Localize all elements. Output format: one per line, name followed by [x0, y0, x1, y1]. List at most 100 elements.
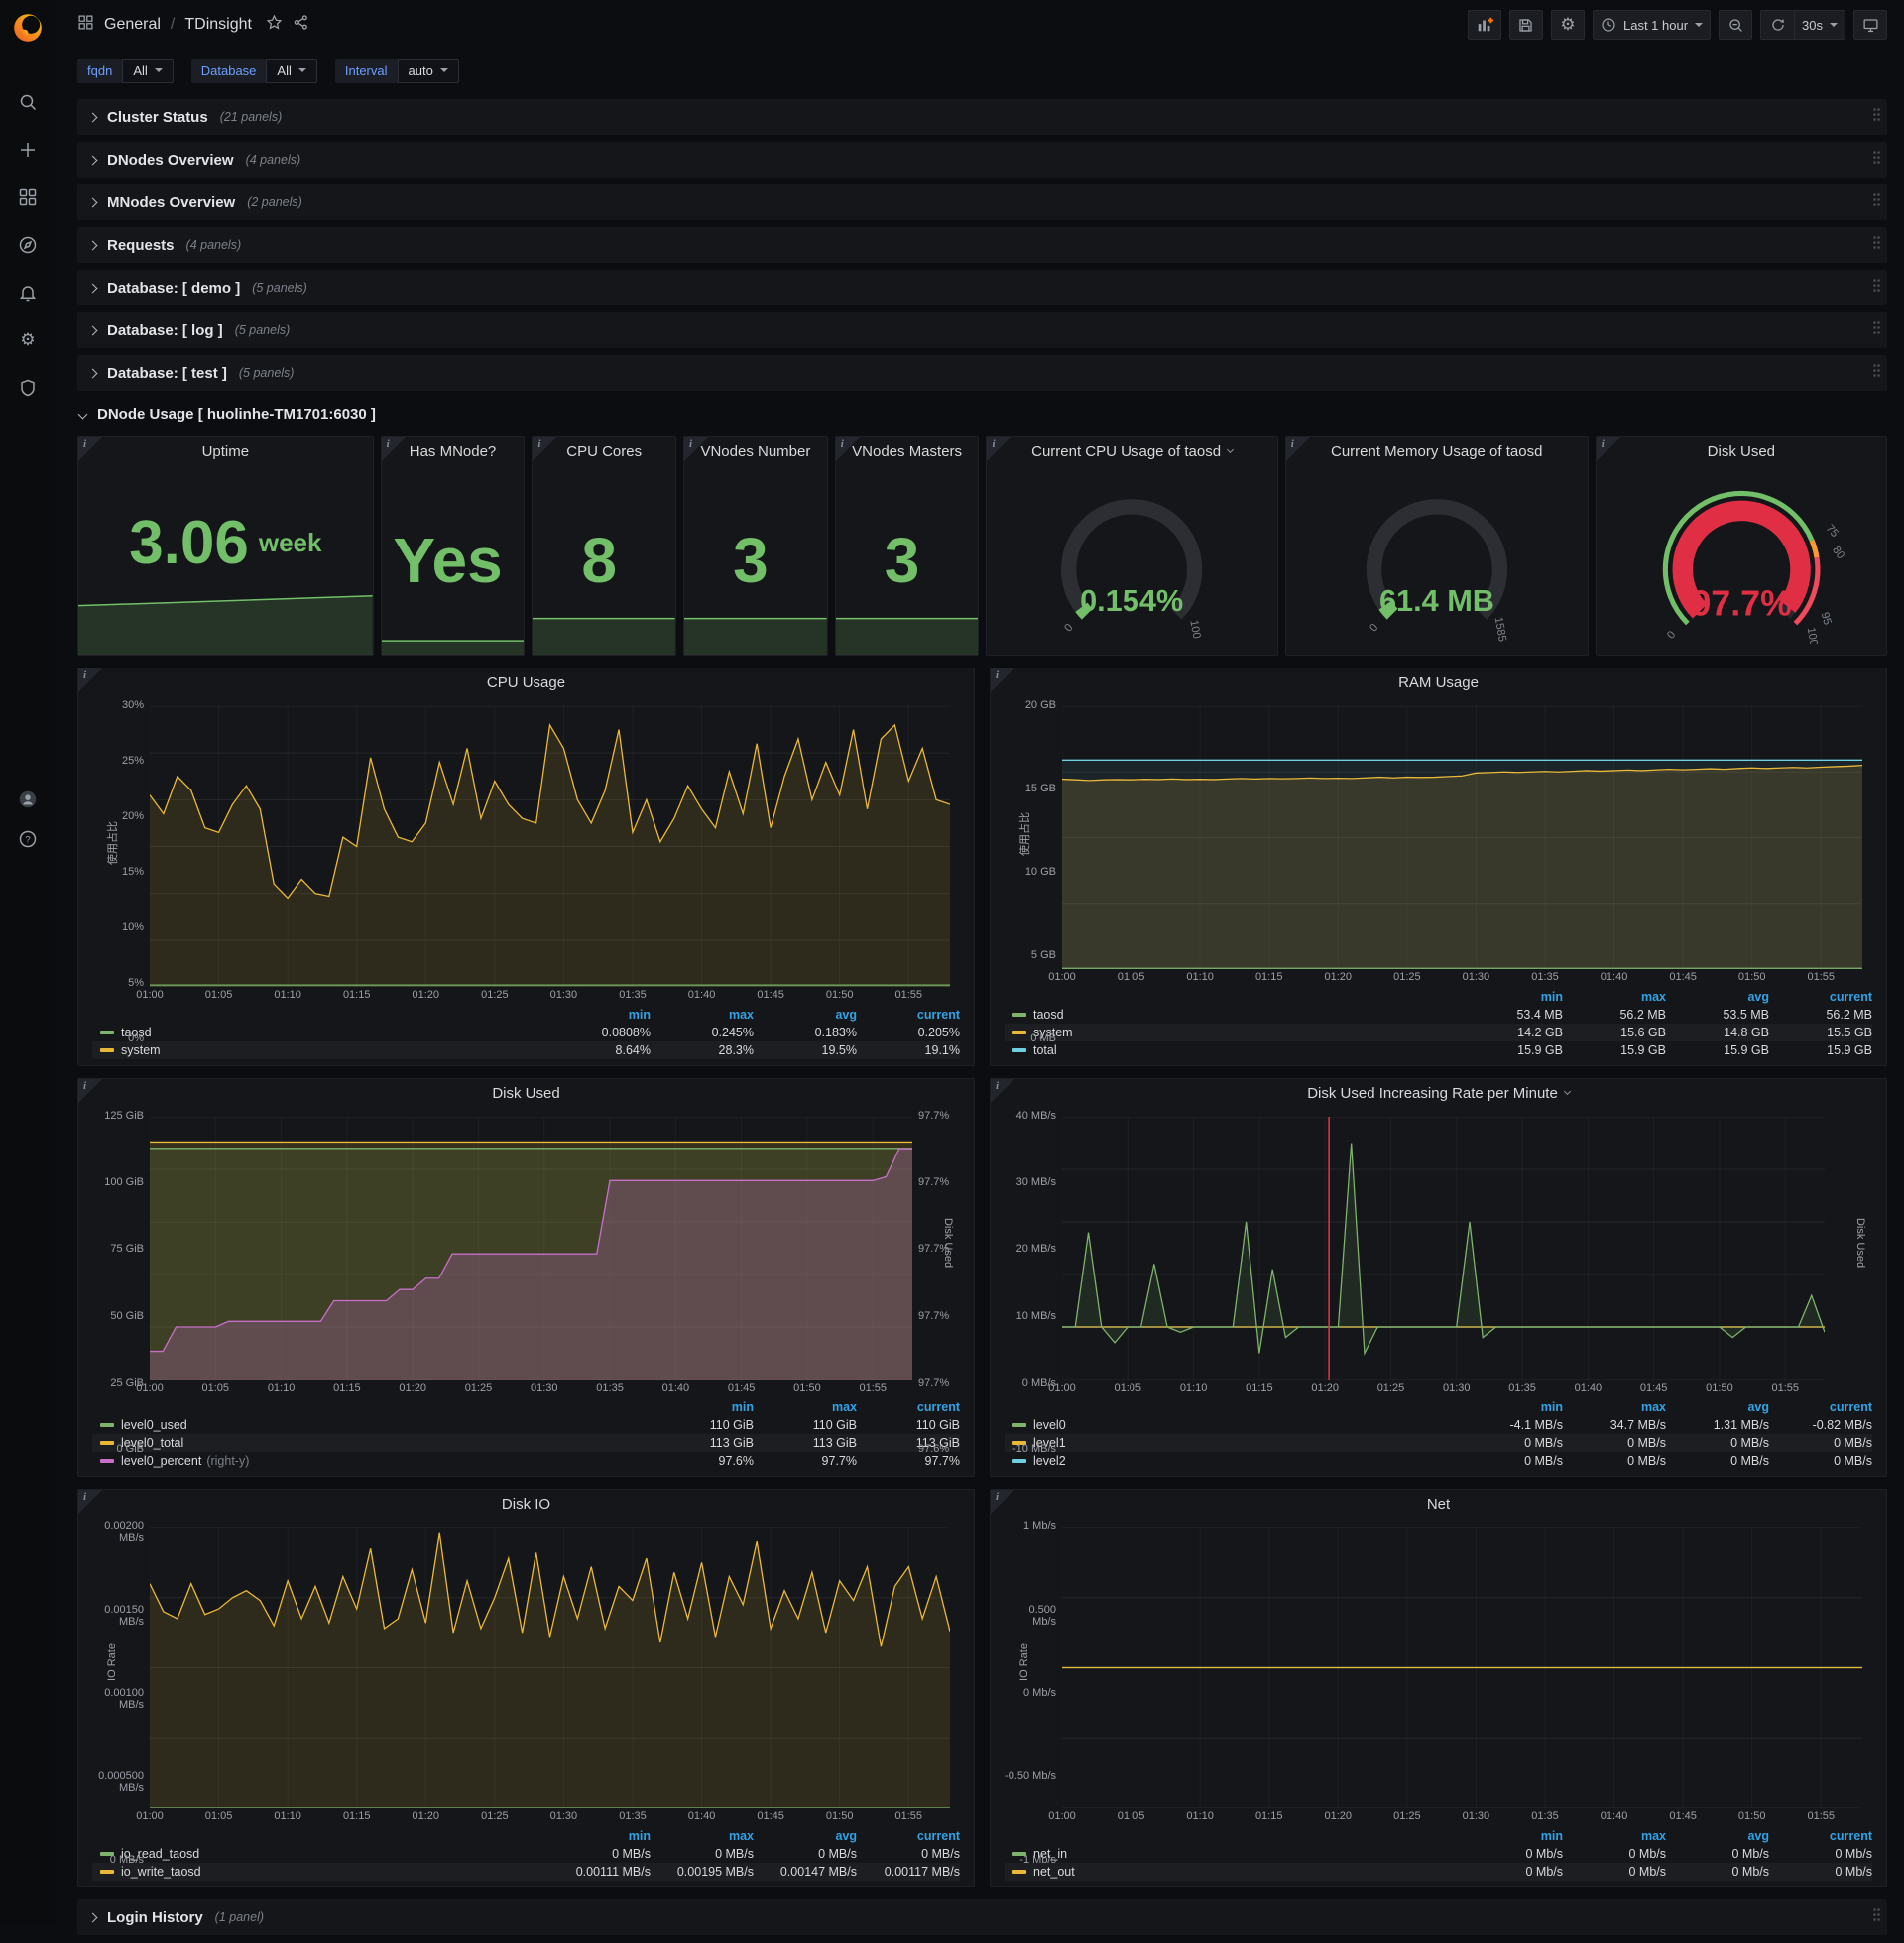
legend-row[interactable]: io_read_taosd 0 MB/s 0 MB/s 0 MB/s 0 MB/s [92, 1845, 960, 1863]
dashboards-icon[interactable] [17, 186, 39, 208]
panel-info-icon[interactable]: i [991, 1079, 1014, 1103]
row-drag-handle[interactable] [1872, 278, 1881, 298]
server-admin-shield-icon[interactable] [17, 377, 39, 399]
legend-row[interactable]: total 15.9 GB 15.9 GB 15.9 GB 15.9 GB [1005, 1041, 1872, 1059]
panel-title[interactable]: Net [991, 1490, 1886, 1518]
panel-info-icon[interactable]: i [1596, 437, 1620, 461]
row-drag-handle[interactable] [1872, 320, 1881, 340]
panel-info-icon[interactable]: i [1285, 437, 1310, 461]
legend-series-name[interactable]: level0_used [121, 1418, 187, 1432]
legend-series-name[interactable]: level0_percent [121, 1454, 201, 1468]
chart-legend[interactable]: min max current level0_used 110 GiB 110 GiB 11… [78, 1397, 974, 1476]
legend-row[interactable]: system 14.2 GB 15.6 GB 14.8 GB 15.5 GB [1005, 1024, 1872, 1041]
panel-info-icon[interactable]: i [78, 1079, 102, 1103]
dashboard-settings-button[interactable]: ⚙ [1550, 10, 1585, 40]
legend-row[interactable]: level2 0 MB/s 0 MB/s 0 MB/s 0 MB/s [1005, 1452, 1872, 1470]
favorite-star-icon[interactable] [266, 14, 283, 36]
legend-row[interactable]: level0 -4.1 MB/s 34.7 MB/s 1.31 MB/s -0.82 M… [1005, 1416, 1872, 1434]
panel-title[interactable]: Disk Used [78, 1079, 974, 1107]
alerting-bell-icon[interactable] [17, 282, 39, 304]
explore-compass-icon[interactable] [17, 234, 39, 256]
grafana-logo[interactable] [0, 0, 56, 56]
panel-info-icon[interactable]: i [987, 437, 1012, 461]
legend-row[interactable]: level1 0 MB/s 0 MB/s 0 MB/s 0 MB/s [1005, 1434, 1872, 1452]
chart-plot-area[interactable]: IO Rate 0 MB/s 0.000500 MB/s 0.00100 MB/s 0… [92, 1519, 960, 1866]
collapsed-row[interactable]: MNodes Overview (2 panels) [77, 184, 1887, 220]
row-drag-handle[interactable] [1872, 1907, 1881, 1927]
chart-canvas[interactable] [150, 706, 950, 987]
collapsed-row[interactable]: Database: [ test ] (5 panels) [77, 355, 1887, 391]
chart-plot-area[interactable]: 使用占比 0 MB 5 GB 10 GB 15 GB 20 GB [1005, 698, 1872, 1044]
cycle-view-mode-button[interactable] [1853, 10, 1887, 40]
configuration-gear-icon[interactable]: ⚙ [17, 329, 39, 351]
row-drag-handle[interactable] [1872, 107, 1881, 127]
row-drag-handle[interactable] [1872, 235, 1881, 255]
breadcrumb-page[interactable]: TDinsight [184, 16, 252, 34]
panel-info-icon[interactable]: i [835, 437, 860, 461]
panel-info-icon[interactable]: i [78, 668, 102, 692]
legend-row[interactable]: io_write_taosd 0.00111 MB/s 0.00195 MB/s 0.… [92, 1863, 960, 1881]
chart-legend[interactable]: min max avg current net_in 0 Mb/s 0 Mb/s 0 Mb/s… [991, 1826, 1886, 1886]
legend-row[interactable]: net_out 0 Mb/s 0 Mb/s 0 Mb/s 0 Mb/s [1005, 1863, 1872, 1881]
chart-canvas[interactable] [1062, 1527, 1862, 1808]
search-icon[interactable] [17, 91, 39, 113]
panel-info-icon[interactable]: i [991, 668, 1014, 692]
collapsed-row[interactable]: Database: [ log ] (5 panels) [77, 312, 1887, 348]
chart-canvas[interactable] [1062, 706, 1862, 969]
legend-series-name[interactable]: net_out [1033, 1865, 1075, 1879]
legend-series-name[interactable]: taosd [1033, 1008, 1064, 1022]
row-drag-handle[interactable] [1872, 150, 1881, 170]
panel-title[interactable]: Current CPU Usage of taosd [987, 437, 1276, 465]
refresh-button[interactable] [1760, 10, 1795, 40]
panel-title[interactable]: Disk IO [78, 1490, 974, 1518]
legend-row[interactable]: level0_used 110 GiB 110 GiB 110 GiB [92, 1416, 960, 1434]
panel-title[interactable]: RAM Usage [991, 668, 1886, 696]
row-drag-handle[interactable] [1872, 192, 1881, 212]
legend-row[interactable]: taosd 53.4 MB 56.2 MB 53.5 MB 56.2 MB [1005, 1006, 1872, 1024]
chart-plot-area[interactable]: Disk Used -10 MB/s 0 MB/s 10 MB/s 20 MB/s 30… [1005, 1109, 1872, 1455]
add-panel-button[interactable] [1467, 10, 1501, 40]
time-range-picker[interactable]: Last 1 hour [1592, 10, 1712, 40]
collapsed-row[interactable]: Login History (1 panel) [77, 1899, 1887, 1935]
panel-title[interactable]: Uptime [78, 437, 373, 465]
share-icon[interactable] [293, 14, 309, 36]
legend-series-name[interactable]: io_write_taosd [121, 1865, 201, 1879]
chart-plot-area[interactable]: IO Rate -1 Mb/s -0.50 Mb/s 0 Mb/s 0.500 Mb/… [1005, 1519, 1872, 1866]
collapsed-row[interactable]: Database: [ demo ] (5 panels) [77, 270, 1887, 305]
breadcrumb-section[interactable]: General [104, 16, 161, 34]
panel-info-icon[interactable]: i [991, 1490, 1014, 1514]
variable-database-value[interactable]: All [266, 58, 317, 83]
chart-plot-area[interactable]: 使用占比 0% 5% 10% 15% 20% 25% 30% [92, 698, 960, 1044]
panel-title[interactable]: Disk Used Increasing Rate per Minute [991, 1079, 1886, 1107]
panel-title[interactable]: Current Memory Usage of taosd [1286, 437, 1588, 465]
legend-row[interactable]: level0_percent (right-y) 97.6% 97.7% 97.7% [92, 1452, 960, 1470]
collapsed-row[interactable]: DNodes Overview (4 panels) [77, 142, 1887, 178]
user-avatar[interactable] [17, 789, 39, 810]
panel-info-icon[interactable]: i [78, 437, 102, 461]
legend-row[interactable]: system 8.64% 28.3% 19.5% 19.1% [92, 1041, 960, 1059]
panel-title[interactable]: Disk Used [1597, 437, 1886, 465]
legend-series-name[interactable]: system [121, 1043, 161, 1057]
chart-plot-area[interactable]: Disk Used 0 GiB 25 GiB 50 GiB 75 GiB 100 GiB… [92, 1109, 960, 1455]
panel-info-icon[interactable]: i [684, 437, 709, 461]
legend-series-name[interactable]: level2 [1033, 1454, 1066, 1468]
legend-series-name[interactable]: level0 [1033, 1418, 1066, 1432]
collapsed-row[interactable]: Cluster Status (21 panels) [77, 99, 1887, 135]
variable-fqdn-value[interactable]: All [122, 58, 174, 83]
create-plus-icon[interactable] [17, 139, 39, 161]
refresh-interval-picker[interactable]: 30s [1794, 10, 1845, 40]
save-dashboard-button[interactable] [1508, 10, 1543, 40]
panel-title[interactable]: CPU Usage [78, 668, 974, 696]
legend-series-name[interactable]: total [1033, 1043, 1057, 1057]
zoom-out-button[interactable] [1719, 10, 1753, 40]
row-drag-handle[interactable] [1872, 363, 1881, 383]
row-dnode-usage[interactable]: DNode Usage [ huolinhe-TM1701:6030 ] [77, 397, 1887, 430]
variable-interval-value[interactable]: auto [397, 58, 459, 83]
chart-legend[interactable]: min max avg current taosd 0.0808% 0.245% 0.183%… [78, 1005, 974, 1065]
panel-info-icon[interactable]: i [381, 437, 406, 461]
help-icon[interactable]: ? [17, 828, 39, 850]
chart-canvas[interactable] [150, 1117, 912, 1380]
legend-row[interactable]: level0_total 113 GiB 113 GiB 113 GiB [92, 1434, 960, 1452]
legend-row[interactable]: net_in 0 Mb/s 0 Mb/s 0 Mb/s 0 Mb/s [1005, 1845, 1872, 1863]
chart-canvas[interactable] [150, 1527, 950, 1808]
